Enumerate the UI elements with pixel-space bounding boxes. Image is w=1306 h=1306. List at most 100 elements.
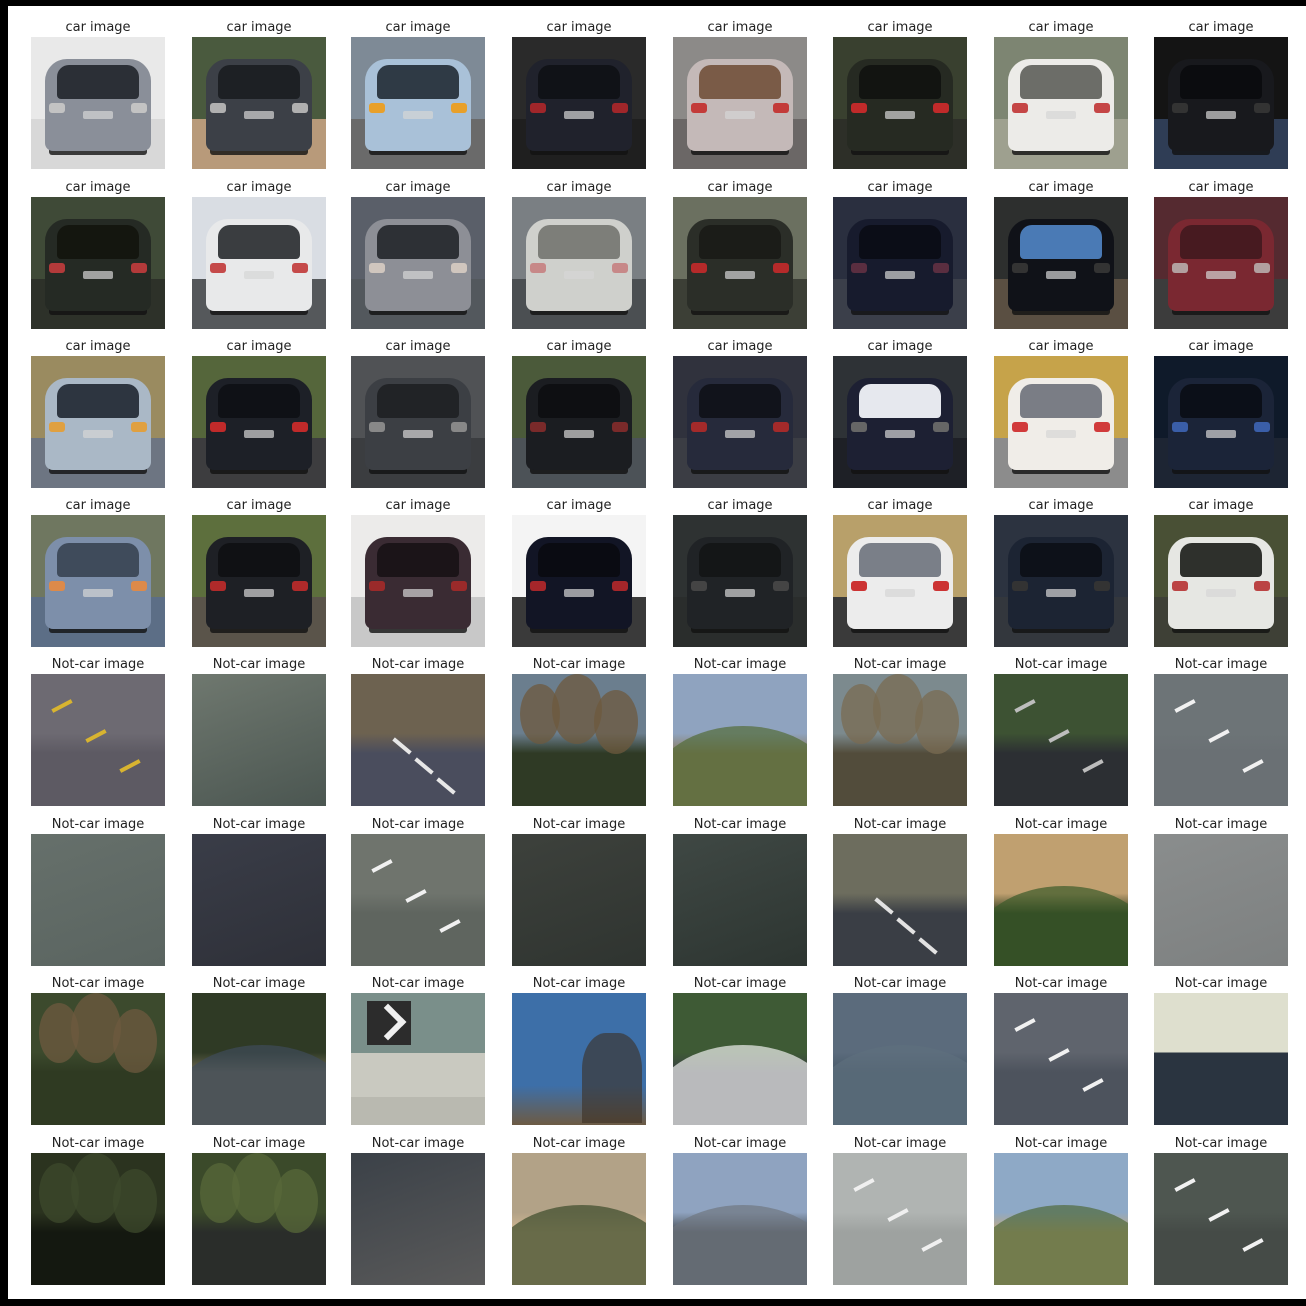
not-car-sample-cell: Not-car image <box>31 655 165 806</box>
not-car-sample-cell: Not-car image <box>833 974 967 1125</box>
sample-caption: Not-car image <box>1174 817 1268 832</box>
sample-caption: Not-car image <box>1014 976 1108 991</box>
not-car-sample-cell: Not-car image <box>351 974 485 1125</box>
not-car-thumbnail <box>192 674 326 806</box>
not-car-thumbnail <box>1154 1153 1288 1285</box>
car-sample-cell: car image <box>994 337 1128 488</box>
not-car-sample-cell: Not-car image <box>994 974 1128 1125</box>
sample-caption: Not-car image <box>1174 976 1268 991</box>
car-sample-cell: car image <box>673 18 807 169</box>
car-sample-cell: car image <box>192 18 326 169</box>
car-thumbnail <box>833 356 967 488</box>
not-car-sample-cell: Not-car image <box>833 655 967 806</box>
car-thumbnail <box>512 37 646 169</box>
car-thumbnail <box>31 197 165 329</box>
sample-caption: Not-car image <box>212 657 306 672</box>
sample-caption: Not-car image <box>853 817 947 832</box>
car-thumbnail <box>673 356 807 488</box>
car-thumbnail <box>994 515 1128 647</box>
not-car-sample-cell: Not-car image <box>1154 974 1288 1125</box>
sample-caption: car image <box>867 339 933 354</box>
sample-caption: Not-car image <box>51 657 145 672</box>
sample-caption: Not-car image <box>532 817 626 832</box>
car-sample-cell: car image <box>192 337 326 488</box>
sample-caption: car image <box>226 20 292 35</box>
car-sample-cell: car image <box>833 496 967 647</box>
sample-caption: car image <box>707 339 773 354</box>
sample-caption: car image <box>707 180 773 195</box>
car-thumbnail <box>1154 356 1288 488</box>
not-car-sample-cell: Not-car image <box>1154 1134 1288 1285</box>
sample-caption: car image <box>546 180 612 195</box>
not-car-thumbnail <box>833 834 967 966</box>
not-car-sample-cell: Not-car image <box>833 815 967 966</box>
sample-caption: Not-car image <box>532 976 626 991</box>
car-thumbnail <box>351 356 485 488</box>
sample-caption: car image <box>867 180 933 195</box>
car-sample-cell: car image <box>31 178 165 329</box>
sample-caption: car image <box>65 339 131 354</box>
car-thumbnail <box>1154 37 1288 169</box>
car-thumbnail <box>833 515 967 647</box>
not-car-sample-cell: Not-car image <box>512 815 646 966</box>
car-thumbnail <box>994 37 1128 169</box>
car-sample-cell: car image <box>351 496 485 647</box>
not-car-sample-cell: Not-car image <box>833 1134 967 1285</box>
sample-caption: Not-car image <box>51 1136 145 1151</box>
car-thumbnail <box>512 356 646 488</box>
not-car-thumbnail <box>673 1153 807 1285</box>
sample-caption: Not-car image <box>1014 817 1108 832</box>
not-car-thumbnail <box>31 674 165 806</box>
sample-caption: Not-car image <box>853 976 947 991</box>
sample-caption: Not-car image <box>371 817 465 832</box>
not-car-thumbnail <box>192 1153 326 1285</box>
sample-caption: car image <box>707 498 773 513</box>
sample-caption: car image <box>226 339 292 354</box>
not-car-sample-cell: Not-car image <box>512 1134 646 1285</box>
sample-caption: car image <box>1188 20 1254 35</box>
not-car-thumbnail <box>31 1153 165 1285</box>
car-sample-cell: car image <box>673 337 807 488</box>
car-sample-cell: car image <box>31 496 165 647</box>
car-sample-cell: car image <box>512 337 646 488</box>
not-car-sample-cell: Not-car image <box>351 655 485 806</box>
not-car-sample-cell: Not-car image <box>512 974 646 1125</box>
car-thumbnail <box>1154 197 1288 329</box>
not-car-thumbnail <box>673 993 807 1125</box>
not-car-thumbnail <box>351 674 485 806</box>
sample-caption: car image <box>385 339 451 354</box>
sample-caption: car image <box>385 498 451 513</box>
not-car-thumbnail <box>673 674 807 806</box>
not-car-thumbnail <box>512 674 646 806</box>
car-sample-cell: car image <box>31 18 165 169</box>
not-car-sample-cell: Not-car image <box>351 815 485 966</box>
car-sample-cell: car image <box>512 496 646 647</box>
car-sample-cell: car image <box>1154 496 1288 647</box>
not-car-sample-cell: Not-car image <box>1154 815 1288 966</box>
car-thumbnail <box>31 356 165 488</box>
not-car-sample-cell: Not-car image <box>192 655 326 806</box>
car-thumbnail <box>833 37 967 169</box>
not-car-thumbnail <box>673 834 807 966</box>
sample-caption: Not-car image <box>853 1136 947 1151</box>
sample-caption: Not-car image <box>693 1136 787 1151</box>
sample-caption: car image <box>385 20 451 35</box>
not-car-sample-cell: Not-car image <box>512 655 646 806</box>
car-sample-cell: car image <box>994 18 1128 169</box>
not-car-sample-cell: Not-car image <box>673 1134 807 1285</box>
sample-caption: Not-car image <box>212 976 306 991</box>
sample-caption: Not-car image <box>693 976 787 991</box>
car-sample-cell: car image <box>833 337 967 488</box>
sample-caption: car image <box>546 498 612 513</box>
not-car-thumbnail <box>192 993 326 1125</box>
not-car-thumbnail <box>994 674 1128 806</box>
sample-caption: Not-car image <box>1014 657 1108 672</box>
car-sample-cell: car image <box>673 496 807 647</box>
not-car-thumbnail <box>31 834 165 966</box>
car-sample-cell: car image <box>351 18 485 169</box>
car-sample-cell: car image <box>512 18 646 169</box>
sample-caption: car image <box>1028 20 1094 35</box>
car-sample-cell: car image <box>833 18 967 169</box>
sample-caption: car image <box>1188 339 1254 354</box>
not-car-sample-cell: Not-car image <box>192 1134 326 1285</box>
